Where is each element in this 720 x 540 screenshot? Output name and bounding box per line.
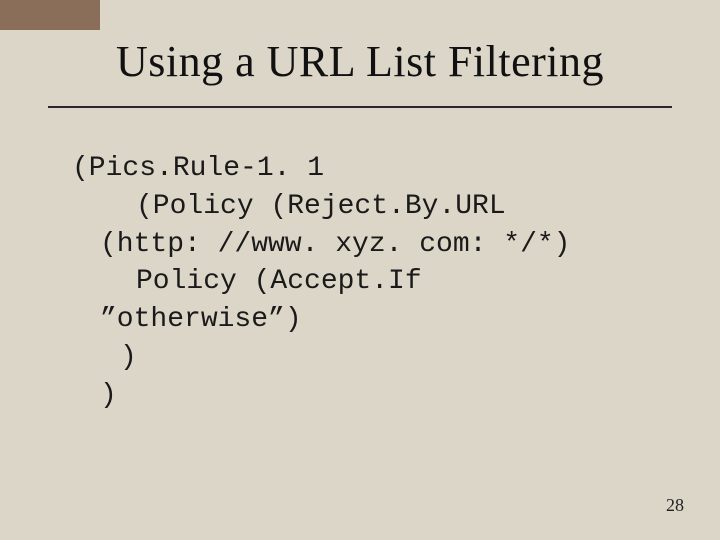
code-line: ) <box>72 377 648 415</box>
code-line: (Policy (Reject.By.URL <box>72 188 648 226</box>
page-number: 28 <box>666 495 684 516</box>
code-line: ”otherwise”) <box>72 301 648 339</box>
corner-tab <box>0 0 100 30</box>
code-line: (Pics.Rule-1. 1 <box>72 150 648 188</box>
code-line: ) <box>72 339 648 377</box>
title-divider <box>48 106 672 108</box>
slide-title: Using a URL List Filtering <box>0 36 720 87</box>
slide: Using a URL List Filtering (Pics.Rule-1.… <box>0 0 720 540</box>
code-line: Policy (Accept.If <box>72 263 648 301</box>
code-block: (Pics.Rule-1. 1 (Policy (Reject.By.URL (… <box>72 150 648 415</box>
code-line: (http: //www. xyz. com: */*) <box>72 226 648 264</box>
